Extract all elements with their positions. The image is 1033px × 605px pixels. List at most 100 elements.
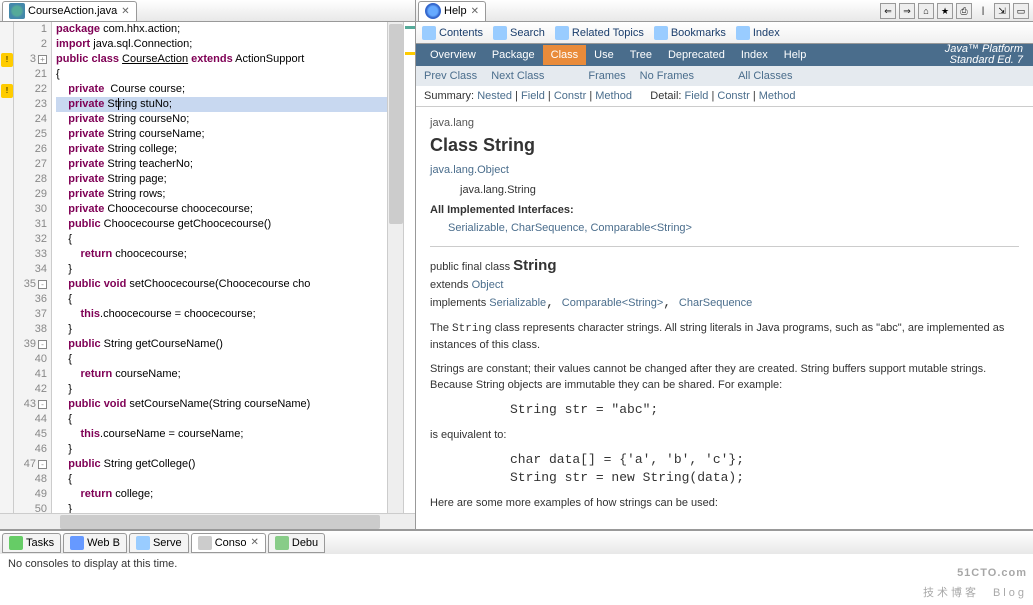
close-icon[interactable]: ✕ xyxy=(121,6,129,17)
hr xyxy=(430,246,1019,247)
link-object[interactable]: Object xyxy=(472,279,504,291)
summary-bar: Summary: Nested | Field | Constr | Metho… xyxy=(416,86,1033,107)
min-icon[interactable]: ⇲ xyxy=(994,3,1010,19)
home-icon[interactable]: ⌂ xyxy=(918,3,934,19)
close-icon[interactable]: ✕ xyxy=(250,537,258,548)
scroll-thumb-h[interactable] xyxy=(60,515,380,529)
link-allclasses[interactable]: All Classes xyxy=(738,70,792,82)
editor-pane: CourseAction.java ✕ !! 123+2122232425262… xyxy=(0,0,416,529)
tasks-icon xyxy=(9,536,23,550)
link-frames[interactable]: Frames xyxy=(588,70,625,82)
example-1: String str = "abc"; xyxy=(510,401,1019,419)
scroll-thumb[interactable] xyxy=(389,24,403,224)
java-file-icon xyxy=(9,3,25,19)
scrollbar-horizontal[interactable] xyxy=(0,513,415,529)
example-2b: String str = new String(data); xyxy=(510,469,1019,487)
desc-p1: The String class represents character st… xyxy=(430,320,1019,353)
view-toolbar: ⇐ ⇒ ⌂ ★ ⎙ | ⇲ ▭ xyxy=(880,3,1033,19)
related-icon xyxy=(555,26,569,40)
nav-deprecated[interactable]: Deprecated xyxy=(660,45,733,65)
javadoc-body[interactable]: java.lang Class String java.lang.Object … xyxy=(416,107,1033,529)
desc-p2: Strings are constant; their values canno… xyxy=(430,361,1019,393)
hierarchy-this: java.lang.String xyxy=(460,184,1019,196)
help-icon xyxy=(425,3,441,19)
class-declaration: public final class String extends Object… xyxy=(430,257,1019,312)
nav-class[interactable]: Class xyxy=(543,45,587,65)
help-pane: Help ✕ ⇐ ⇒ ⌂ ★ ⎙ | ⇲ ▭ Contents Search R… xyxy=(416,0,1033,529)
link-field[interactable]: Field xyxy=(521,90,545,102)
link-related[interactable]: Related Topics xyxy=(555,26,644,40)
bookmark-icon[interactable]: ★ xyxy=(937,3,953,19)
marker-column: !! xyxy=(0,22,14,513)
bookmarks-icon xyxy=(654,26,668,40)
tab-help[interactable]: Help ✕ xyxy=(418,1,486,21)
link-dfield[interactable]: Field xyxy=(685,90,709,102)
tab-serve[interactable]: Serve xyxy=(129,533,189,553)
nav-back-icon[interactable]: ⇐ xyxy=(880,3,896,19)
link-noframes[interactable]: No Frames xyxy=(640,70,694,82)
link-search[interactable]: Search xyxy=(493,26,545,40)
link-constr[interactable]: Constr xyxy=(554,90,586,102)
tab-label: Help xyxy=(444,5,467,17)
editor-tab-bar: CourseAction.java ✕ xyxy=(0,0,415,22)
example-2a: char data[] = {'a', 'b', 'c'}; xyxy=(510,451,1019,469)
tab-debug[interactable]: Debu xyxy=(268,533,325,553)
platform-label: Java™ PlatformStandard Ed. 7 xyxy=(945,44,1027,66)
debug-icon xyxy=(275,536,289,550)
nav-tree[interactable]: Tree xyxy=(622,45,660,65)
help-tab-bar: Help ✕ ⇐ ⇒ ⌂ ★ ⎙ | ⇲ ▭ xyxy=(416,0,1033,22)
index-icon xyxy=(736,26,750,40)
link-bookmarks[interactable]: Bookmarks xyxy=(654,26,726,40)
class-title: Class String xyxy=(430,135,1019,156)
link-dmethod[interactable]: Method xyxy=(759,90,796,102)
link-nested[interactable]: Nested xyxy=(477,90,512,102)
link-prev-class[interactable]: Prev Class xyxy=(424,70,477,82)
contents-icon xyxy=(422,26,436,40)
watermark: 51CTO.com 技术博客 Blog xyxy=(923,559,1027,603)
code-content[interactable]: package com.hhx.action;import java.sql.C… xyxy=(52,22,387,513)
close-icon[interactable]: ✕ xyxy=(471,6,479,17)
nav-index[interactable]: Index xyxy=(733,45,776,65)
hierarchy-parent[interactable]: java.lang.Object xyxy=(430,164,1019,176)
link-serializable[interactable]: Serializable xyxy=(489,297,546,309)
server-icon xyxy=(136,536,150,550)
max-icon[interactable]: ▭ xyxy=(1013,3,1029,19)
desc-p3: Here are some more examples of how strin… xyxy=(430,495,1019,511)
nav-package[interactable]: Package xyxy=(484,45,543,65)
tab-label: CourseAction.java xyxy=(28,5,117,17)
ifaces-title: All Implemented Interfaces: xyxy=(430,204,1019,216)
package-name: java.lang xyxy=(430,117,1019,129)
nav-use[interactable]: Use xyxy=(586,45,622,65)
sep: | xyxy=(975,3,991,19)
javadoc-subnav: Prev Class Next Class Frames No Frames A… xyxy=(416,66,1033,86)
search-icon xyxy=(493,26,507,40)
link-next-class[interactable]: Next Class xyxy=(491,70,544,82)
link-charsequence[interactable]: CharSequence xyxy=(679,297,752,309)
link-dconstr[interactable]: Constr xyxy=(717,90,749,102)
web-icon xyxy=(70,536,84,550)
link-contents[interactable]: Contents xyxy=(422,26,483,40)
console-body: No consoles to display at this time. xyxy=(0,554,1033,574)
ifaces-list[interactable]: Serializable, CharSequence, Comparable<S… xyxy=(448,222,1019,234)
console-icon xyxy=(198,536,212,550)
scrollbar-vertical[interactable] xyxy=(387,22,403,513)
equiv-label: is equivalent to: xyxy=(430,427,1019,443)
bottom-tab-bar: Tasks Web B Serve Conso✕ Debu xyxy=(0,530,1033,554)
print-icon[interactable]: ⎙ xyxy=(956,3,972,19)
tab-console[interactable]: Conso✕ xyxy=(191,533,266,553)
link-index[interactable]: Index xyxy=(736,26,780,40)
help-links-bar: Contents Search Related Topics Bookmarks… xyxy=(416,22,1033,44)
tab-courseaction[interactable]: CourseAction.java ✕ xyxy=(2,1,137,21)
link-method[interactable]: Method xyxy=(595,90,632,102)
tab-webb[interactable]: Web B xyxy=(63,533,127,553)
link-comparable[interactable]: Comparable<String> xyxy=(562,297,664,309)
console-message: No consoles to display at this time. xyxy=(8,558,177,570)
javadoc-navbar: Overview Package Class Use Tree Deprecat… xyxy=(416,44,1033,66)
overview-ruler[interactable] xyxy=(403,22,415,513)
code-editor[interactable]: !! 123+212223242526272829303132333435-36… xyxy=(0,22,415,513)
nav-fwd-icon[interactable]: ⇒ xyxy=(899,3,915,19)
line-numbers: 123+212223242526272829303132333435-36373… xyxy=(14,22,52,513)
nav-overview[interactable]: Overview xyxy=(422,45,484,65)
nav-help[interactable]: Help xyxy=(776,45,815,65)
tab-tasks[interactable]: Tasks xyxy=(2,533,61,553)
